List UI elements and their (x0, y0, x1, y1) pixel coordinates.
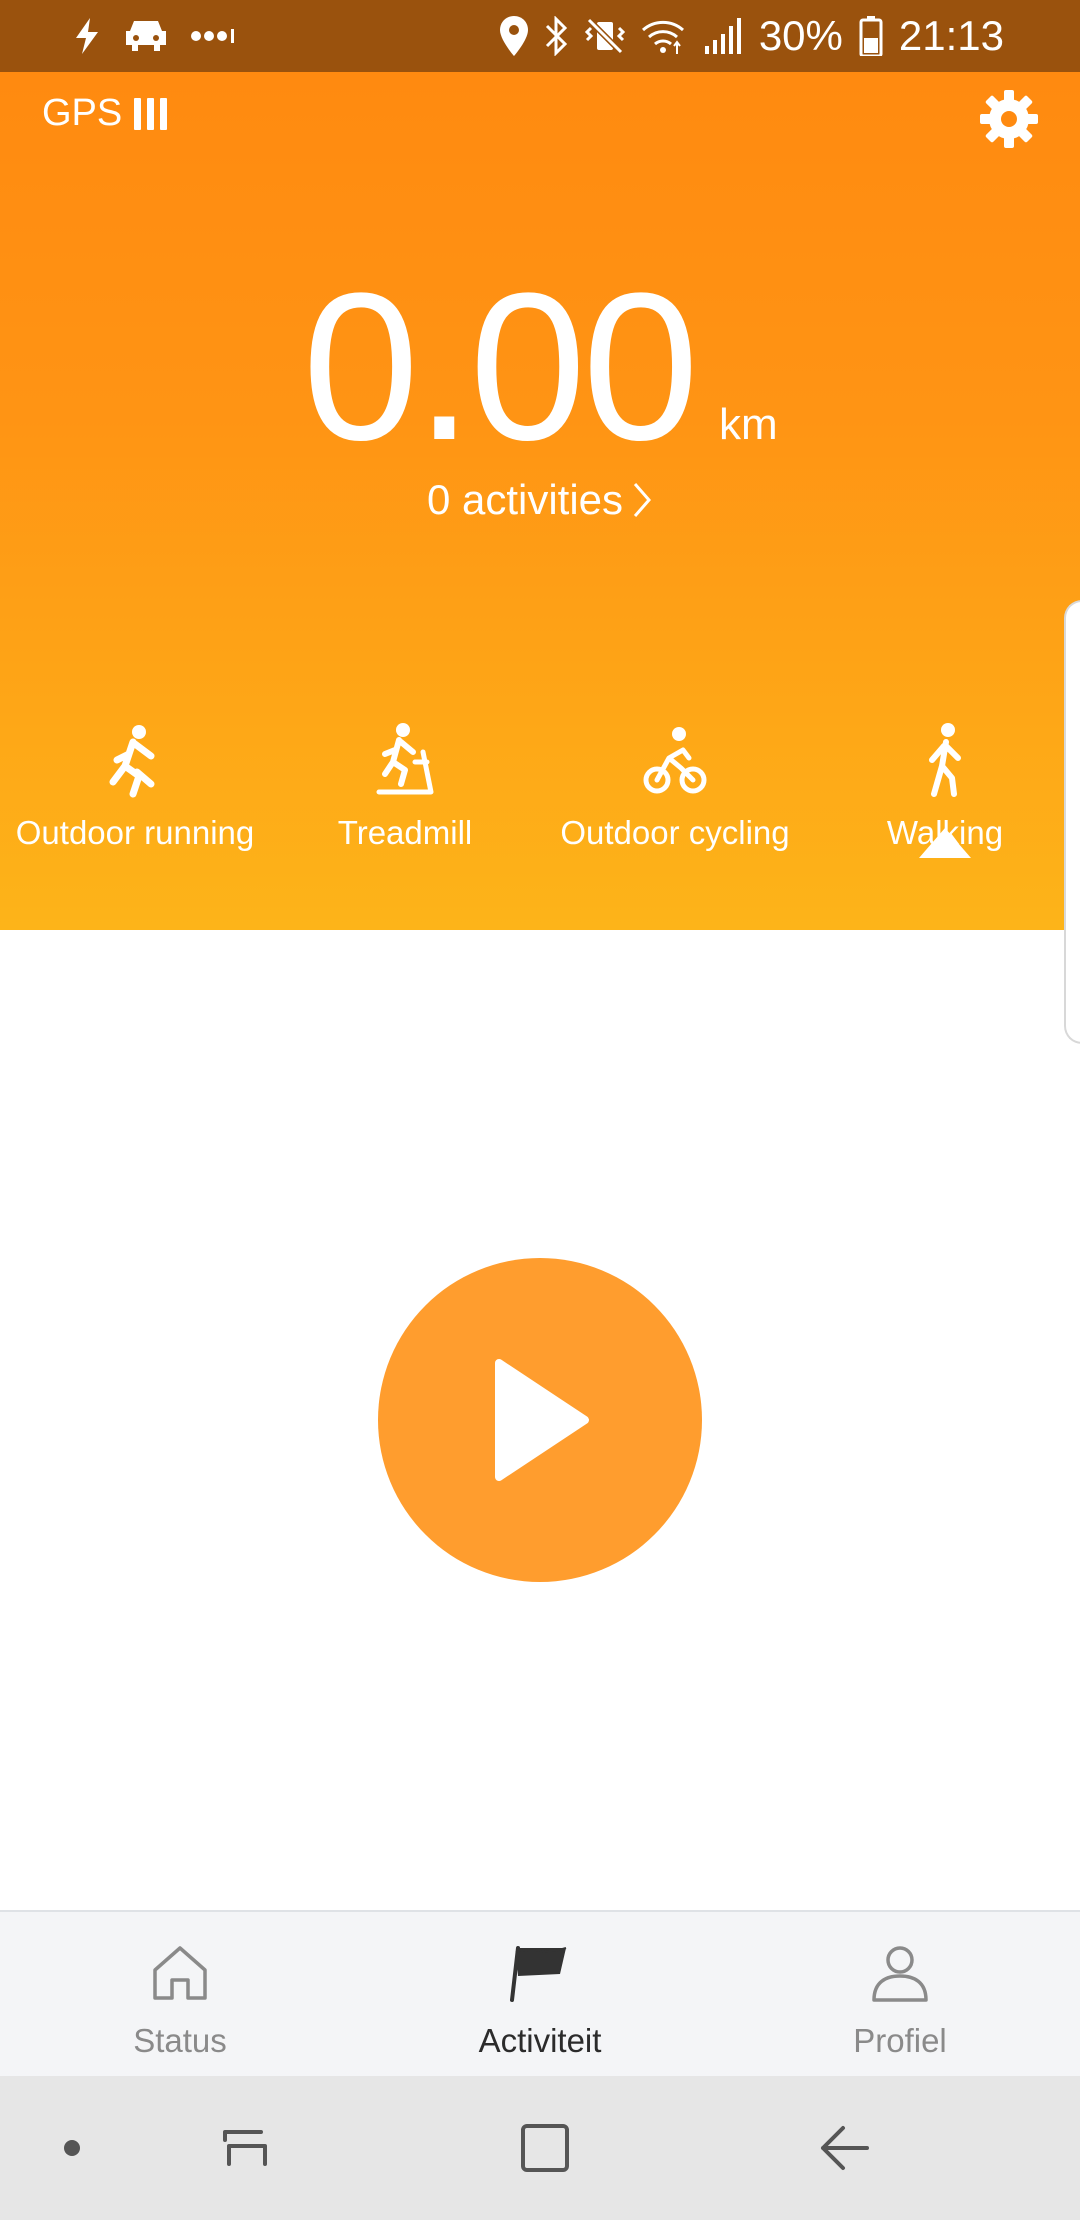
start-workout-button[interactable] (378, 1258, 702, 1582)
flag-icon (510, 1946, 567, 2002)
vibrate-mute-icon (584, 16, 625, 56)
gps-signal-icon (134, 97, 168, 130)
play-icon (495, 1359, 589, 1481)
flash-icon (72, 18, 102, 54)
mode-outdoor-cycling[interactable]: Outdoor cycling (540, 722, 810, 852)
nav-label-status: Status (133, 2022, 227, 2059)
status-bar-left (72, 0, 236, 72)
mode-label-outdoor-cycling: Outdoor cycling (560, 814, 790, 851)
activities-link[interactable]: 0 activities (0, 476, 1080, 524)
nav-profiel[interactable]: Profiel (720, 1912, 1080, 2078)
cycling-icon (643, 727, 707, 794)
selected-mode-indicator (919, 828, 971, 858)
nav-status[interactable]: Status (0, 1912, 360, 2078)
more-dots-icon (190, 29, 236, 43)
home-square-icon (521, 2124, 569, 2172)
distance-value: 0.00 (302, 249, 699, 484)
gps-label: GPS (42, 92, 123, 134)
activities-label: 0 activities (426, 476, 624, 523)
location-icon (499, 16, 529, 56)
chevron-right-icon (633, 483, 652, 517)
status-bar-right: 30% 21:13 (499, 0, 1004, 72)
status-bar: 30% 21:13 (0, 0, 1080, 72)
gps-indicator: GPS (42, 92, 168, 135)
back-icon (821, 2126, 869, 2170)
treadmill-icon (376, 723, 434, 795)
gear-icon (980, 90, 1038, 148)
settings-button[interactable] (978, 88, 1040, 150)
mode-treadmill[interactable]: Treadmill (270, 722, 540, 852)
activity-header: GPS 0.00 km 0 activities Outdoor running… (0, 72, 1080, 930)
nav-dot-button[interactable] (42, 2076, 102, 2220)
person-icon (872, 1946, 928, 2002)
nav-label-profiel: Profiel (853, 2022, 947, 2059)
running-icon (109, 725, 155, 798)
walking-icon (929, 723, 961, 797)
system-navigation-bar (0, 2076, 1080, 2220)
back-button[interactable] (790, 2076, 900, 2220)
signal-icon (703, 18, 743, 54)
nav-label-activiteit: Activiteit (478, 2022, 602, 2059)
battery-percent: 30% (758, 12, 843, 59)
mode-label-treadmill: Treadmill (337, 814, 473, 851)
home-icon (153, 1946, 207, 2000)
recents-button[interactable] (190, 2076, 300, 2220)
distance-unit: km (719, 400, 778, 449)
bluetooth-icon (545, 16, 569, 56)
nav-activiteit[interactable]: Activiteit (360, 1912, 720, 2078)
dot-icon (64, 2140, 80, 2156)
home-button[interactable] (490, 2076, 600, 2220)
recents-icon (223, 2130, 267, 2166)
workout-mode-selector: Outdoor running Treadmill Outdoor cyclin… (0, 722, 1080, 922)
mode-label-outdoor-running: Outdoor running (15, 814, 255, 851)
edge-panel-handle[interactable] (1064, 600, 1080, 1044)
battery-icon (859, 16, 883, 56)
wifi-icon (641, 16, 687, 56)
clock: 21:13 (898, 12, 1004, 59)
car-icon (126, 19, 166, 53)
bottom-navigation: Status Activiteit Profiel (0, 1910, 1080, 2076)
mode-outdoor-running[interactable]: Outdoor running (0, 722, 270, 852)
distance-display: 0.00 km (0, 262, 1080, 472)
